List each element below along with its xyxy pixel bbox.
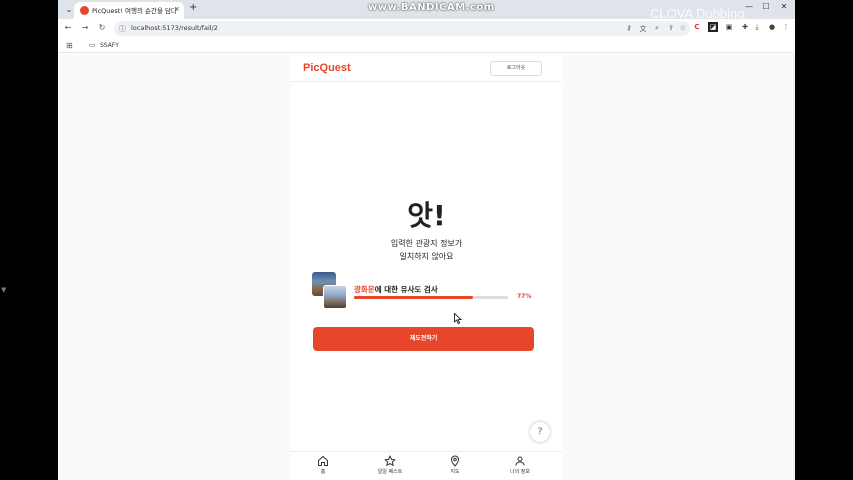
- nav-my-info-label: 나의 정보: [510, 469, 530, 475]
- retry-button[interactable]: 재도전하기: [313, 327, 534, 351]
- similarity-place: 광화문: [354, 285, 375, 294]
- extensions-puzzle-icon[interactable]: ✚: [740, 22, 750, 32]
- bookmark-star-icon[interactable]: ☆: [678, 24, 688, 32]
- reference-photo-thumbnail: [323, 285, 347, 309]
- download-icon[interactable]: ⤓: [752, 22, 762, 32]
- map-pin-icon: [450, 455, 460, 467]
- page-scrollbar[interactable]: [793, 54, 795, 480]
- site-info-icon[interactable]: ⓘ: [119, 24, 126, 34]
- similarity-label: 광화문에 대한 유사도 검사: [354, 284, 438, 295]
- new-tab-button[interactable]: +: [189, 2, 197, 13]
- app-header: PicQuest 로그아웃: [291, 54, 562, 82]
- menu-kebab-icon[interactable]: ⋮: [781, 22, 791, 32]
- favicon-icon: [80, 6, 89, 15]
- app-logo[interactable]: PicQuest: [303, 62, 351, 74]
- bookmark-folder-ssafy[interactable]: SSAFY: [100, 42, 119, 49]
- minimize-icon[interactable]: —: [742, 2, 756, 11]
- similarity-progress-fill: [354, 296, 473, 299]
- nav-my-info[interactable]: 나의 정보: [490, 455, 550, 475]
- maximize-icon[interactable]: ☐: [759, 2, 773, 11]
- address-bar[interactable]: ⓘ localhost:5173/result/fail/2 ⚷ 文 ⌕ ⇪ ☆: [114, 21, 690, 36]
- window-close-icon[interactable]: ✕: [777, 2, 791, 11]
- browser-toolbar: ← → ↻ ⓘ localhost:5173/result/fail/2 ⚷ 文…: [58, 19, 795, 38]
- translate-icon[interactable]: 文: [638, 24, 648, 34]
- bandicam-watermark: www.BANDICAM.com: [368, 2, 495, 13]
- browser-tab[interactable]: PicQuest! 여행의 순간을 담다 ×: [74, 2, 184, 19]
- message-line-2: 일치하지 않아요: [399, 252, 454, 261]
- forward-icon[interactable]: →: [79, 23, 91, 32]
- tab-title: PicQuest! 여행의 순간을 담다: [92, 7, 177, 15]
- similarity-suffix: 에 대한 유사도 검사: [374, 285, 438, 294]
- page-viewport: PicQuest 로그아웃 앗! 입력한 관광지 정보가 일치하지 않아요 광화…: [58, 54, 795, 480]
- bookmarks-bar: ⊞ ▭ SSAFY: [58, 38, 795, 53]
- nav-daily-quest[interactable]: 일일 퀘스트: [360, 455, 420, 475]
- star-icon: [384, 455, 396, 466]
- reload-icon[interactable]: ↻: [96, 23, 108, 32]
- nav-home-label: 홈: [320, 469, 326, 475]
- result-headline: 앗!: [407, 199, 446, 232]
- folder-icon[interactable]: ▭: [89, 41, 96, 49]
- profile-icon[interactable]: ●: [767, 22, 777, 32]
- message-line-1: 입력한 관광지 정보가: [390, 239, 463, 248]
- browser-window: ⌄ PicQuest! 여행의 순간을 담다 × + www.BANDICAM.…: [58, 0, 795, 480]
- share-icon[interactable]: ⇪: [666, 24, 676, 32]
- bottom-navigation: 홈 일일 퀘스트 지도 나의 정보: [291, 451, 562, 480]
- logout-button[interactable]: 로그아웃: [490, 61, 542, 76]
- result-message: 입력한 관광지 정보가 일치하지 않아요: [291, 237, 562, 263]
- app-container: PicQuest 로그아웃 앗! 입력한 관광지 정보가 일치하지 않아요 광화…: [291, 54, 562, 480]
- extension-red-icon[interactable]: C: [692, 22, 702, 32]
- user-icon: [515, 456, 525, 466]
- side-arrow-icon: ▼: [1, 286, 7, 294]
- nav-home[interactable]: 홈: [293, 455, 353, 475]
- extension-dark-icon[interactable]: ◪: [708, 22, 718, 32]
- back-icon[interactable]: ←: [62, 23, 74, 32]
- tab-bar: ⌄ PicQuest! 여행의 순간을 담다 × + www.BANDICAM.…: [58, 0, 795, 21]
- key-icon[interactable]: ⚷: [624, 24, 634, 32]
- similarity-percent: 77%: [517, 293, 532, 300]
- url-text: localhost:5173/result/fail/2: [131, 24, 218, 32]
- nav-daily-quest-label: 일일 퀘스트: [377, 469, 403, 475]
- apps-grid-icon[interactable]: ⊞: [66, 41, 73, 50]
- nav-map[interactable]: 지도: [425, 455, 485, 475]
- home-icon: [318, 456, 328, 466]
- tab-close-icon[interactable]: ×: [174, 5, 180, 13]
- screen: ▼ ⌄ PicQuest! 여행의 순간을 담다 × + www.BANDICA…: [0, 0, 853, 480]
- extension-icon-3[interactable]: ▣: [724, 22, 734, 32]
- help-button[interactable]: ?: [530, 422, 550, 442]
- nav-map-label: 지도: [450, 469, 460, 475]
- mouse-cursor-icon: [454, 313, 462, 324]
- zoom-icon[interactable]: ⌕: [652, 24, 662, 33]
- similarity-progress-track: [354, 296, 508, 299]
